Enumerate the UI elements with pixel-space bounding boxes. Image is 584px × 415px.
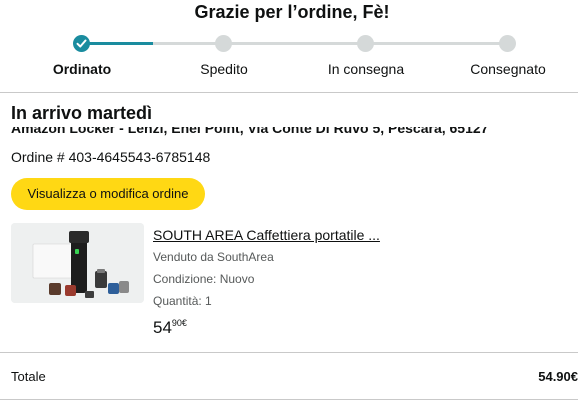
step-label-consegnato: Consegnato <box>470 61 546 77</box>
arrival-heading: In arrivo martedì <box>11 103 153 123</box>
divider <box>0 92 578 93</box>
portable-espresso-maker-icon <box>11 223 144 303</box>
order-progress-tracker <box>0 32 584 54</box>
product-quantity: Quantità: 1 <box>153 294 212 308</box>
progress-track-done <box>82 42 153 45</box>
product-price: 5490€ <box>153 318 187 338</box>
delivery-address: Amazon Locker - Lenzi, Enel Point, Via C… <box>11 127 489 136</box>
order-confirmation-page: Grazie per l’ordine, Fè! Ordinato Spedit… <box>0 0 584 415</box>
divider <box>0 399 578 400</box>
step-dot-spedito <box>215 35 232 52</box>
product-seller: Venduto da SouthArea <box>153 250 274 264</box>
product-title-link[interactable]: SOUTH AREA Caffettiera portatile ... <box>153 227 380 243</box>
step-dot-in-consegna <box>357 35 374 52</box>
step-dot-ordinato <box>73 35 90 52</box>
product-image[interactable] <box>11 223 144 303</box>
page-title: Grazie per l’ordine, Fè! <box>194 2 390 22</box>
order-number: Ordine # 403-4645543-6785148 <box>11 149 211 165</box>
total-value: 54.90€ <box>538 369 578 384</box>
step-label-in-consegna: In consegna <box>327 61 405 77</box>
price-whole: 54 <box>153 318 172 337</box>
step-dot-consegnato <box>499 35 516 52</box>
price-fraction: 90€ <box>171 318 187 328</box>
step-label-ordinato: Ordinato <box>52 61 112 77</box>
progress-track-pending <box>153 42 508 45</box>
delivery-address-clip: Amazon Locker - Lenzi, Enel Point, Via C… <box>11 127 571 139</box>
divider <box>0 352 578 353</box>
step-label-spedito: Spedito <box>200 61 248 77</box>
total-label: Totale <box>11 369 46 384</box>
check-icon <box>76 39 87 48</box>
manage-order-button[interactable]: Visualizza o modifica ordine <box>11 178 205 210</box>
product-condition: Condizione: Nuovo <box>153 272 255 286</box>
